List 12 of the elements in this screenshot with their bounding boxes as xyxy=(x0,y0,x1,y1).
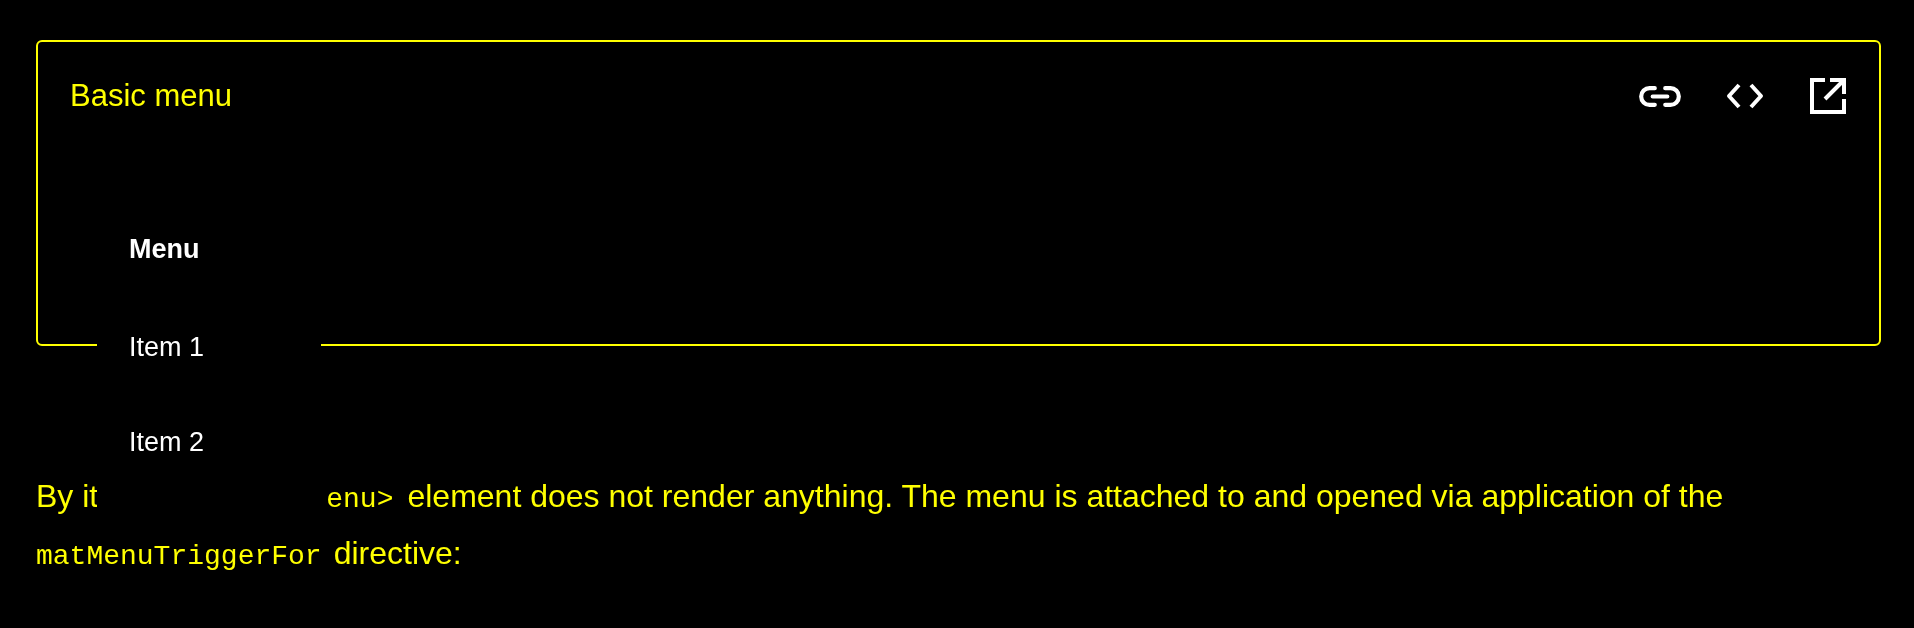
open-in-new-icon[interactable] xyxy=(1809,77,1847,115)
code-text: matMenuTriggerFor xyxy=(36,540,322,574)
code-icon[interactable] xyxy=(1725,82,1765,110)
body-text: element does not render anything. The menu is attached to and opened via application of the xyxy=(407,478,1724,514)
body-text: By it xyxy=(36,478,99,514)
body-text: directive: xyxy=(333,535,462,571)
menu-button[interactable]: Menu xyxy=(129,231,200,267)
menu-item[interactable]: Item 2 xyxy=(97,395,205,490)
link-icon[interactable] xyxy=(1639,84,1681,108)
menu-item[interactable]: Item 1 xyxy=(97,300,205,395)
code-text: enu> xyxy=(326,483,394,517)
example-title: Basic menu xyxy=(70,77,232,115)
